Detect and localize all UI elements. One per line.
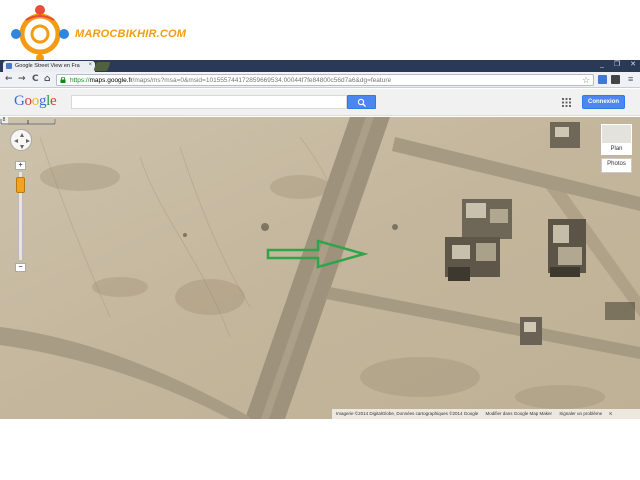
bookmark-star-icon[interactable]: ☆ [582,75,590,86]
minimize-button[interactable]: _ [600,61,604,68]
pan-control-icon[interactable] [10,129,32,151]
photos-button[interactable]: Photos [601,158,632,173]
edit-map-maker-link[interactable]: Modifier dans Google Map Maker [486,411,553,416]
forward-button[interactable]: → [18,74,26,84]
signin-button[interactable]: Connexion [582,95,625,109]
zoom-slider-thumb[interactable] [16,177,25,193]
watermark-strip: MAROCBIKHIR.COM [0,0,640,62]
home-button[interactable]: ⌂ [44,74,50,84]
building [548,219,586,277]
map-attribution: Imagerie ©2014 DigitalGlobe, Données car… [332,409,640,419]
screenshot-page: MAROCBIKHIR.COM Google Street View en Fr… [0,0,640,480]
browser-toolbar: ← → C ⌂ https://maps.google.fr/maps/ms?m… [0,72,640,88]
reload-button[interactable]: C [32,74,39,84]
browser-tab[interactable]: Google Street View en Fra × [3,61,95,72]
blank-area [0,419,640,480]
tab-close-icon[interactable]: × [88,62,92,68]
zoom-in-button[interactable]: + [15,161,26,170]
url-path: /maps/ms?msa=0&msid=10155574417285966953… [132,77,392,84]
extension-icon-2[interactable] [611,75,620,84]
google-logo-letter: e [50,93,57,109]
google-logo-letter: o [24,93,33,109]
window-controls: _ ❐ ✕ [592,60,636,68]
google-logo[interactable]: Google [14,93,57,110]
back-button[interactable]: ← [5,74,13,84]
browser-tabbar: Google Street View en Fra × _ ❐ ✕ [0,60,640,72]
google-logo-letter: o [31,93,40,109]
extension-icon[interactable] [598,75,607,84]
scale-bar [0,119,56,125]
lock-icon [60,77,66,83]
watermark-text: MAROCBIKHIR.COM [75,28,187,40]
url-host: maps.google.fr [89,77,133,84]
tab-favicon-icon [6,63,12,69]
google-logo-letter: G [14,93,25,109]
url-scheme: https:// [70,77,90,84]
maximize-button[interactable]: ❐ [614,61,620,68]
satellite-imagery [0,117,640,419]
maps-search-input[interactable] [71,95,347,109]
marocbikhir-logo-icon [11,5,69,62]
browser-menu-icon[interactable]: ≡ [628,74,633,84]
close-window-button[interactable]: ✕ [630,61,636,68]
google-maps-header: Google Connexion [0,89,640,116]
map-type-button[interactable]: Plan [601,143,632,155]
apps-grid-icon[interactable] [562,98,571,107]
address-bar[interactable]: https://maps.google.fr/maps/ms?msa=0&msi… [56,74,594,86]
attribution-suffix: K [609,411,613,416]
search-button[interactable] [347,95,376,109]
new-tab-button[interactable] [93,62,111,71]
zoom-out-button[interactable]: − [15,263,26,272]
search-icon [357,98,366,107]
report-problem-link[interactable]: Signaler un problème [559,411,602,416]
building [520,317,542,345]
attribution-copyright: Imagerie ©2014 DigitalGlobe, Données car… [336,411,479,416]
tab-title: Google Street View en Fra [15,63,80,69]
satellite-map[interactable]: 8 + − Plan Photos Imagerie ©2014 Digital… [0,117,640,419]
building [550,122,580,148]
